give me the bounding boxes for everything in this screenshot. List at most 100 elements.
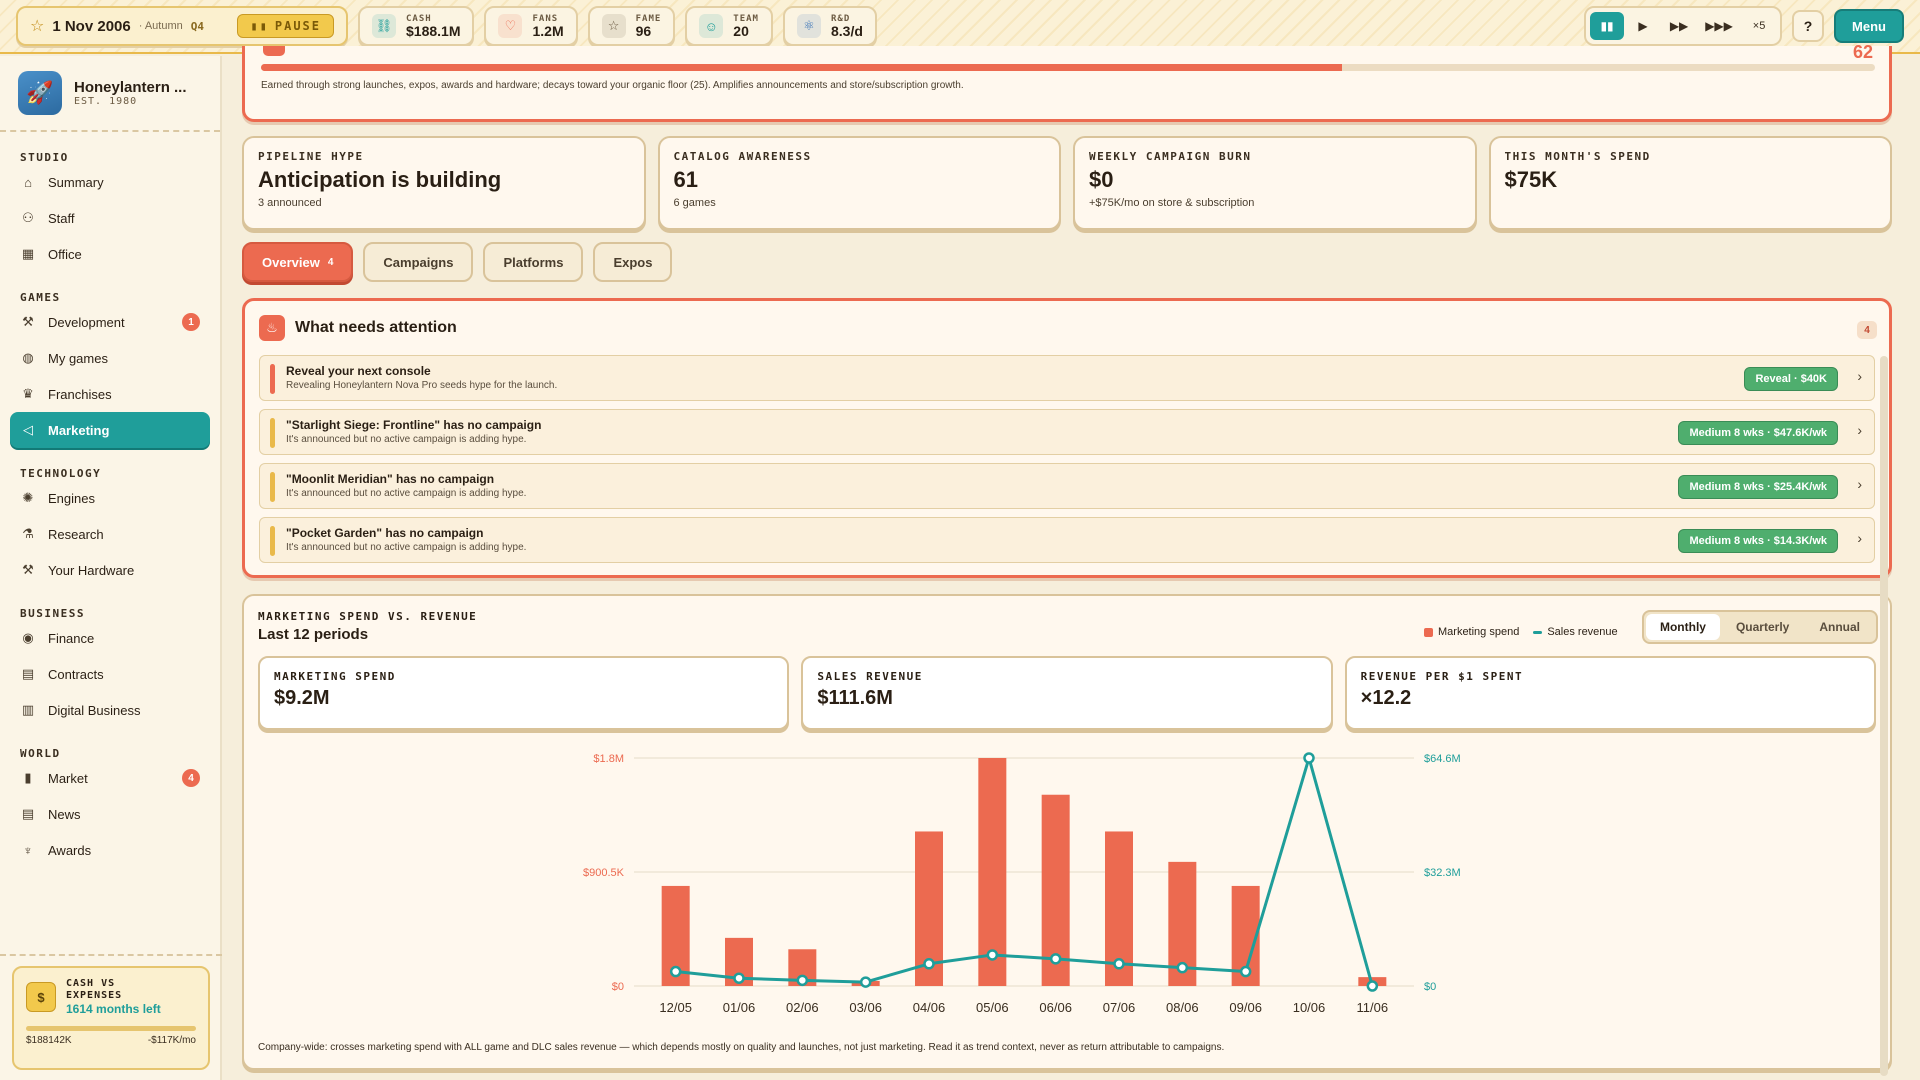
revenue-point <box>796 974 809 987</box>
stat-chip-team[interactable]: ☺ TEAM 20 <box>685 6 773 46</box>
sidebar-divider <box>0 954 222 956</box>
attention-item[interactable]: "Moonlit Meridian" has no campaign It's a… <box>259 463 1875 509</box>
faster-speed-button[interactable]: ▶▶▶ <box>1698 12 1740 40</box>
x-tick-label: 05/06 <box>976 1000 1009 1015</box>
main-content: 62 Earned through strong launches, expos… <box>242 42 1892 1080</box>
stat-chip-rd[interactable]: ⚛ R&D 8.3/d <box>782 6 877 46</box>
kpi-label: MARKETING SPEND <box>274 670 396 683</box>
marketing-tabs: Overview 4 Campaigns Platforms Expos <box>242 242 673 282</box>
fast-forward-icon: ▶▶ <box>1669 19 1689 33</box>
notification-badge: 1 <box>182 313 200 331</box>
chevron-right-icon[interactable]: › <box>1857 422 1862 438</box>
period-quarterly[interactable]: Quarterly <box>1722 614 1803 640</box>
attention-item-desc: It's announced but no active campaign is… <box>286 542 527 553</box>
pause-speed-button[interactable]: ▮▮ <box>1590 12 1625 40</box>
cash-vs-expenses-card[interactable]: $ CASH VS EXPENSES 1614 months left $188… <box>12 966 210 1070</box>
tab-campaigns[interactable]: Campaigns <box>363 242 474 282</box>
flask-icon: ⚗ <box>22 526 34 541</box>
x-tick-label: 02/06 <box>786 1000 819 1015</box>
attention-action-button[interactable]: Medium 8 wks · $47.6K/wk <box>1678 421 1838 445</box>
tab-expos[interactable]: Expos <box>593 242 673 282</box>
megaphone-icon: ◁ <box>23 422 33 437</box>
gamepad-icon: ◍ <box>22 350 34 365</box>
atom-icon: ⚛ <box>796 14 821 38</box>
stat-label: TEAM <box>733 13 759 24</box>
attention-item[interactable]: "Pocket Garden" has no campaign It's anno… <box>259 517 1875 563</box>
play-speed-button[interactable]: ▶ <box>1626 12 1660 40</box>
stat-chip-cash[interactable]: ⛓ CASH $188.1M <box>358 6 475 46</box>
attention-item[interactable]: Reveal your next console Revealing Honeyl… <box>259 355 1875 401</box>
sidebar-item-my-games[interactable]: ◍ My games <box>10 340 210 376</box>
sidebar-item-staff[interactable]: ⚇ Staff <box>10 200 210 236</box>
chart-panel-label: MARKETING SPEND VS. REVENUE <box>258 610 478 623</box>
revenue-point <box>923 958 935 970</box>
sidebar-item-label: Contracts <box>48 666 104 682</box>
months-left: 1614 months left <box>66 1002 161 1016</box>
x-tick-label: 03/06 <box>849 1000 882 1015</box>
sidebar-item-your-hardware[interactable]: ⚒ Your Hardware <box>10 552 210 588</box>
hardware-icon: ⚒ <box>22 562 34 577</box>
sidebar-item-research[interactable]: ⚗ Research <box>10 516 210 552</box>
sidebar-item-marketing[interactable]: ◁ Marketing <box>10 412 210 448</box>
coin-icon: ◉ <box>22 630 34 645</box>
studio-header[interactable]: 🚀 Honeylantern ... EST. 1980 <box>0 56 220 132</box>
hype-description: Earned through strong launches, expos, a… <box>261 80 964 91</box>
pause-button[interactable]: ▮▮ PAUSE <box>237 14 334 38</box>
sidebar-item-development[interactable]: ⚒ Development 1 <box>10 304 210 340</box>
period-annual[interactable]: Annual <box>1805 614 1874 640</box>
chevron-right-icon[interactable]: › <box>1857 368 1862 384</box>
chevron-right-icon[interactable]: › <box>1857 530 1862 546</box>
sidebar-item-finance[interactable]: ◉ Finance <box>10 620 210 656</box>
y-right-tick: $0 <box>1424 981 1436 993</box>
sidebar-item-office[interactable]: ▦ Office <box>10 236 210 272</box>
speed-multiplier-button[interactable]: ×5 <box>1742 12 1776 40</box>
stat-label: CASH <box>406 13 432 24</box>
tab-label: Overview <box>262 254 320 270</box>
link-icon: ⛓ <box>372 14 396 38</box>
help-button[interactable]: ? <box>1792 10 1825 42</box>
tab-platforms[interactable]: Platforms <box>483 242 584 282</box>
attention-item-title: "Moonlit Meridian" has no campaign <box>286 472 495 486</box>
x-tick-label: 06/06 <box>1039 1000 1072 1015</box>
menu-button[interactable]: Menu <box>1834 9 1904 43</box>
hype-progress-fill <box>261 64 1343 71</box>
sidebar-item-label: Summary <box>48 174 104 190</box>
tab-overview[interactable]: Overview 4 <box>242 242 354 282</box>
sidebar-item-engines[interactable]: ✺ Engines <box>10 480 210 516</box>
legend-item: Sales revenue <box>1533 626 1618 638</box>
legend-swatch <box>1424 627 1433 637</box>
summary-card-weekly-campaign-burn: WEEKLY CAMPAIGN BURN $0 +$75K/mo on store … <box>1073 136 1477 230</box>
sidebar-item-news[interactable]: ▤ News <box>10 796 210 832</box>
sidebar-item-franchises[interactable]: ♛ Franchises <box>10 376 210 412</box>
period-monthly[interactable]: Monthly <box>1645 614 1720 640</box>
sidebar-item-digital-business[interactable]: ▥ Digital Business <box>10 692 210 728</box>
sidebar-item-label: Finance <box>48 630 95 646</box>
summary-card-catalog-awareness: CATALOG AWARENESS 61 6 games <box>657 136 1061 230</box>
fast-speed-button[interactable]: ▶▶ <box>1662 12 1696 40</box>
stat-chip-fans[interactable]: ♡ FANS 1.2M <box>484 6 578 46</box>
revenue-point <box>1366 980 1379 992</box>
attention-item[interactable]: "Starlight Siege: Frontline" has no camp… <box>259 409 1875 455</box>
attention-action-button[interactable]: Reveal · $40K <box>1744 367 1838 391</box>
sidebar-item-contracts[interactable]: ▤ Contracts <box>10 656 210 692</box>
stat-chip-fame[interactable]: ☆ FAME 96 <box>587 6 676 46</box>
office-icon: ▦ <box>21 246 35 261</box>
sidebar-item-market[interactable]: ▮ Market 4 <box>10 760 210 796</box>
attention-item-desc: Revealing Honeylantern Nova Pro seeds hy… <box>286 380 558 391</box>
sidebar-item-label: Digital Business <box>48 702 141 718</box>
pause-icon: ▮▮ <box>250 19 269 33</box>
sidebar-item-label: News <box>48 806 81 822</box>
attention-action-button[interactable]: Medium 8 wks · $14.3K/wk <box>1678 529 1838 553</box>
main-scrollbar[interactable] <box>1880 356 1888 1076</box>
x-tick-label: 10/06 <box>1293 1000 1326 1015</box>
sidebar: 🚀 Honeylantern ... EST. 1980 STUDIO ⌂ Summ… <box>0 56 222 1080</box>
chevron-right-icon[interactable]: › <box>1857 476 1862 492</box>
sidebar-item-summary[interactable]: ⌂ Summary <box>10 164 210 200</box>
spend-revenue-chart: $0 $900.5K $1.8M $0 $32.3M $64.6M 12/05 01/06 02… <box>583 752 1461 1015</box>
sidebar-item-label: Awards <box>48 842 92 858</box>
sidebar-item-awards[interactable]: ♆ Awards <box>10 832 210 868</box>
period-toggle: Monthly Quarterly Annual <box>1641 610 1878 644</box>
contract-icon: ▤ <box>21 666 35 681</box>
attention-item-desc: It's announced but no active campaign is… <box>286 488 527 499</box>
attention-action-button[interactable]: Medium 8 wks · $25.4K/wk <box>1678 475 1838 499</box>
